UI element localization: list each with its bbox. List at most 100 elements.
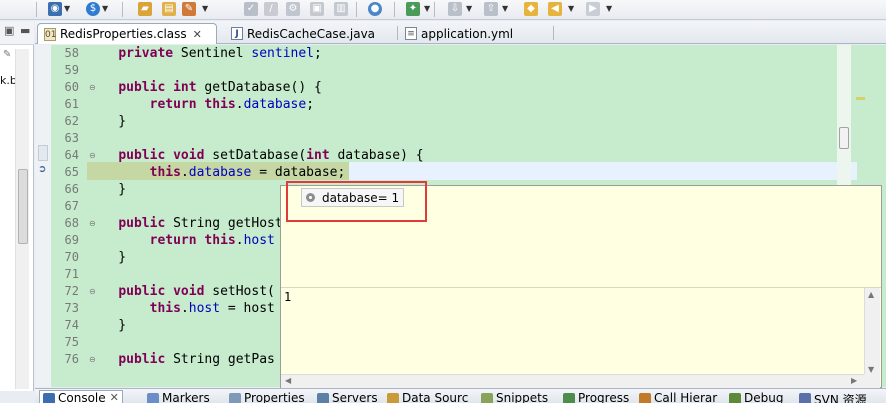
code-line[interactable]: private Sentinel sentinel; (87, 45, 322, 62)
chevron-down-icon[interactable]: ▼ (568, 4, 574, 13)
code-token: = host (220, 301, 275, 316)
line-number: 67 (64, 199, 79, 213)
code-token: this (149, 165, 181, 180)
code-line[interactable]: public String getPas (87, 351, 275, 368)
overview-marker[interactable] (856, 97, 865, 100)
code-token: return (149, 97, 197, 112)
tab-separator (397, 26, 398, 40)
next-annotation-icon[interactable]: ⇩ (448, 2, 462, 16)
properties-icon (229, 393, 241, 403)
code-line[interactable]: this.host = host (87, 300, 275, 317)
code-token: Sentinel (173, 46, 252, 61)
markers-icon (147, 393, 159, 403)
vertical-ruler[interactable]: ➲ (35, 45, 51, 387)
line-number: 59 (64, 63, 79, 77)
bottom-tab-snippets[interactable]: Snippets (481, 391, 548, 403)
bottom-tab-data-source[interactable]: Data Sourc (387, 391, 468, 403)
bottom-tab-label: Snippets (496, 391, 549, 403)
code-token: String getHost (165, 216, 283, 231)
tab-redis-properties-class[interactable]: 01 RedisProperties.class ✕ (37, 23, 217, 44)
close-icon[interactable]: ✕ (110, 391, 119, 403)
tab-label: application.yml (421, 26, 514, 41)
back-icon[interactable]: ◀ (548, 2, 562, 16)
bottom-tab-progress[interactable]: Progress (563, 391, 629, 403)
chevron-down-icon[interactable]: ▼ (606, 4, 612, 13)
code-line[interactable]: public int getDatabase() { (87, 79, 322, 96)
editor-scroll-thumb[interactable] (839, 127, 849, 149)
pin-icon[interactable]: ✎ (3, 49, 11, 60)
code-token: sentinel (251, 46, 315, 61)
chevron-down-icon[interactable]: ▼ (202, 4, 208, 13)
code-token: . (180, 301, 189, 316)
bottom-tab-label: SVN 资源 (814, 393, 867, 403)
chevron-down-icon[interactable]: ▼ (102, 4, 108, 13)
code-line[interactable]: this.database = database; (87, 164, 346, 181)
bottom-tab-properties[interactable]: Properties (229, 391, 305, 403)
line-number: 61 (64, 97, 79, 111)
scroll-left-icon[interactable]: ◀ (285, 376, 291, 385)
code-token: setHost( (204, 284, 275, 299)
popup-vertical-scrollbar[interactable]: ▲ ▼ (864, 288, 880, 376)
tab-redis-cache-case-java[interactable]: J RedisCacheCase.java (225, 23, 395, 44)
bottom-tab-debug-view[interactable]: Debug (729, 391, 783, 403)
last-edit-icon[interactable]: ◆ (524, 2, 538, 16)
variable-value-text[interactable]: 1 (284, 290, 291, 304)
tab-application-yml[interactable]: ≡ application.yml (399, 23, 549, 44)
code-token: public (118, 80, 166, 95)
code-line[interactable]: } (87, 113, 126, 130)
console-icon (43, 393, 55, 403)
open-icon[interactable]: ▰ (138, 2, 152, 16)
code-line[interactable]: } (87, 317, 126, 334)
scroll-down-icon[interactable]: ▼ (868, 365, 874, 374)
toolbar-separator (356, 2, 357, 17)
breakpoint-marker[interactable] (38, 145, 48, 161)
close-icon[interactable]: ✕ (193, 28, 202, 41)
popup-horizontal-scrollbar[interactable]: ◀ ▶ (281, 374, 864, 388)
code-line[interactable]: return this.host (87, 232, 275, 249)
left-panel-toolbar: ▣ ▬ (0, 21, 34, 45)
debug-icon[interactable]: ◉ (48, 2, 62, 16)
data-source-icon (387, 393, 399, 403)
scroll-up-icon[interactable]: ▲ (868, 290, 874, 299)
scrollbar-corner (864, 374, 880, 388)
left-panel-scroll-thumb[interactable] (18, 169, 28, 244)
code-line[interactable]: } (87, 181, 126, 198)
code-line[interactable]: public void setHost( (87, 283, 275, 300)
code-line[interactable]: } (87, 249, 126, 266)
chevron-down-icon[interactable]: ▼ (466, 4, 472, 13)
instruction-pointer-icon: ➲ (38, 164, 47, 175)
chevron-down-icon[interactable]: ▼ (502, 4, 508, 13)
bottom-tab-svn[interactable]: SVN 资源 (799, 391, 867, 403)
code-line[interactable]: public void setDatabase(int database) { (87, 147, 423, 164)
bottom-tab-markers[interactable]: Markers (147, 391, 210, 403)
chevron-down-icon[interactable]: ▼ (424, 4, 430, 13)
line-number-gutter[interactable]: 58 59 60 ⊖ 61 62 63 64 ⊖ 65 66 67 68 ⊖ 69 70 71 72 ⊖ 73 74 75… (51, 45, 96, 387)
code-token: int (306, 148, 330, 163)
view-menu-icon[interactable]: ▣ (4, 24, 14, 37)
bottom-tab-call-hierarchy[interactable]: Call Hierar (639, 391, 717, 403)
bottom-tab-servers[interactable]: Servers (317, 391, 378, 403)
globe-icon[interactable]: ● (368, 2, 382, 16)
scroll-right-icon[interactable]: ▶ (851, 376, 857, 385)
code-token: database (243, 97, 307, 112)
code-line[interactable]: public String getHost (87, 215, 283, 232)
forward-icon[interactable]: ▶ (586, 2, 600, 16)
prev-annotation-icon[interactable]: ⇧ (484, 2, 498, 16)
bottom-tab-console[interactable]: Console ✕ (39, 390, 123, 403)
minimize-icon[interactable]: ▬ (20, 24, 30, 37)
code-token: this (149, 301, 181, 316)
toolbar-separator (434, 2, 435, 17)
left-panel-scrollbar[interactable] (15, 49, 29, 389)
chevron-down-icon[interactable]: ▼ (64, 4, 70, 13)
navigate-icon[interactable]: ✦ (406, 2, 420, 16)
code-line[interactable]: return this.database; (87, 96, 314, 113)
search-icon[interactable]: ✎ (182, 2, 196, 16)
line-number: 68 (64, 216, 79, 230)
code-token: void (173, 284, 205, 299)
code-token: private (118, 46, 174, 61)
build-icon[interactable]: ▤ (162, 2, 176, 16)
code-token: this (204, 97, 236, 112)
run-icon[interactable]: $ (86, 2, 100, 16)
